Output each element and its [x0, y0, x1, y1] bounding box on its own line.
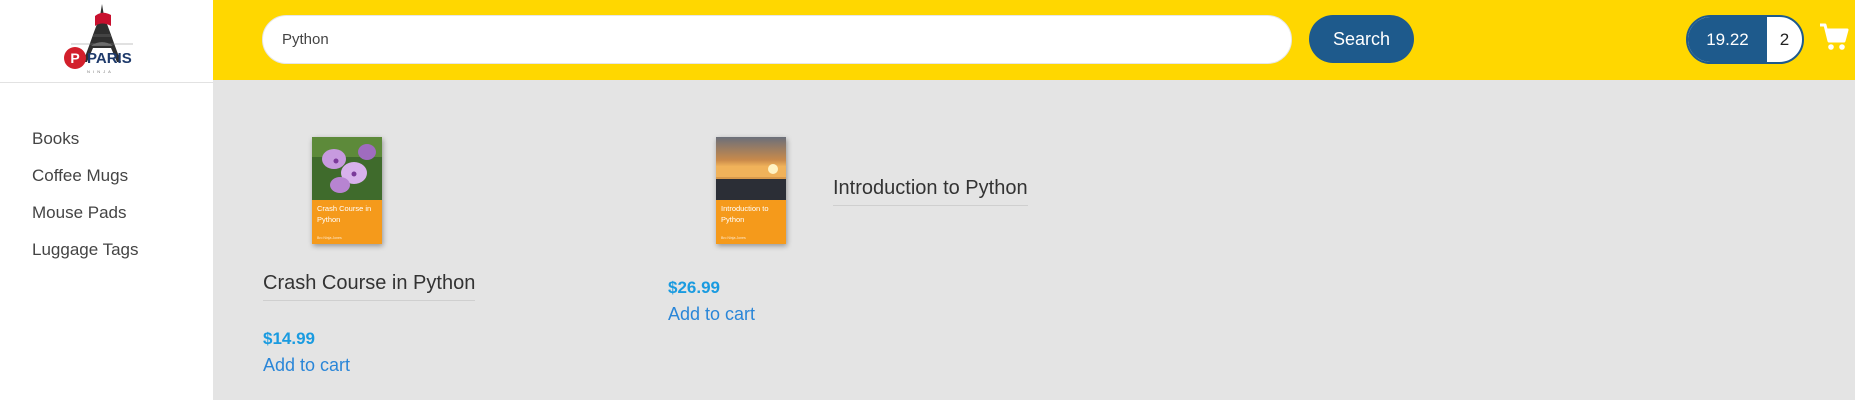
product-title[interactable]: Crash Course in Python [263, 272, 476, 301]
logo-text: PARIS [87, 50, 132, 67]
product-price: $26.99 [668, 278, 720, 297]
top-bar: Search 19.22 2 [213, 0, 1855, 80]
sidebar-item-books[interactable]: Books [32, 126, 139, 163]
sidebar-item-luggage-tags[interactable]: Luggage Tags [32, 237, 139, 274]
cart-item-count: 2 [1779, 29, 1790, 49]
book-cover-image[interactable]: Introduction to Python Bro Ninja Jones [716, 137, 786, 244]
sidebar-item-coffee-mugs[interactable]: Coffee Mugs [32, 163, 139, 200]
sunset-photo [716, 137, 786, 200]
cart-icon[interactable] [1819, 22, 1849, 52]
sidebar-divider [0, 82, 213, 83]
cart-summary[interactable]: 19.22 2 [1686, 15, 1804, 64]
sidebar: P PARIS N I N J A Books Coffee Mugs Mous… [0, 0, 213, 400]
logo[interactable]: P PARIS N I N J A [30, 0, 174, 82]
search-button[interactable]: Search [1309, 15, 1414, 63]
search-input[interactable] [262, 15, 1292, 64]
svg-text:P: P [70, 50, 79, 66]
product-price: $14.99 [263, 329, 315, 348]
cart-total: 19.22 [1688, 17, 1767, 62]
add-to-cart-link[interactable]: Add to cart [668, 304, 755, 325]
cover-author: Bro Ninja Jones [317, 236, 342, 240]
sidebar-item-mouse-pads[interactable]: Mouse Pads [32, 200, 139, 237]
eiffel-tower-logo-icon: P PARIS N I N J A [64, 4, 133, 74]
book-cover-image[interactable]: Crash Course in Python Bro Ninja Jones [312, 137, 382, 244]
orchid-photo [312, 137, 382, 200]
cover-author: Bro Ninja Jones [721, 236, 746, 240]
logo-subtext: N I N J A [87, 69, 112, 74]
category-nav: Books Coffee Mugs Mouse Pads Luggage Tag… [32, 126, 139, 274]
product-title[interactable]: Introduction to Python [833, 177, 1028, 206]
cover-title: Crash Course in Python [317, 204, 372, 224]
add-to-cart-link[interactable]: Add to cart [263, 355, 350, 376]
cover-title: Introduction to Python [721, 204, 769, 224]
